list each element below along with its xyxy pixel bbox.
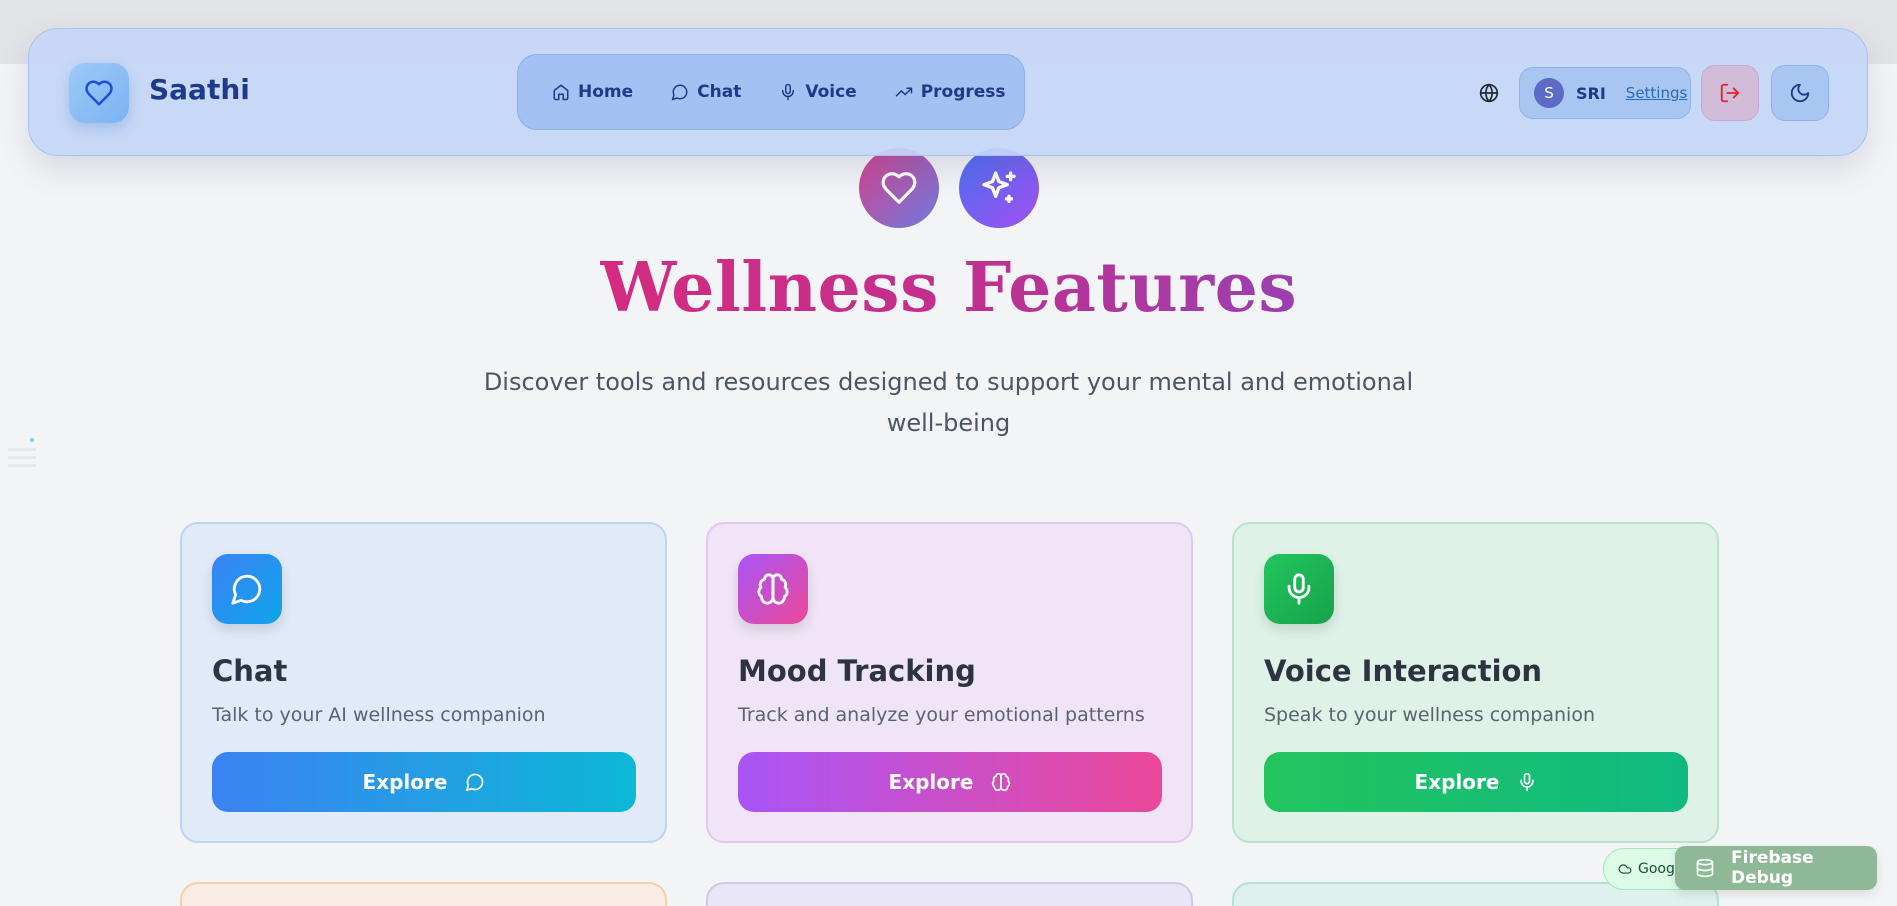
feature-card-mood-tracking: Mood Tracking Track and analyze your emo… bbox=[706, 522, 1193, 843]
settings-link[interactable]: Settings bbox=[1626, 84, 1688, 102]
card-title: Mood Tracking bbox=[738, 654, 976, 688]
language-globe-icon[interactable] bbox=[1463, 67, 1515, 119]
logo-heart-icon[interactable] bbox=[69, 63, 129, 123]
avatar[interactable]: S bbox=[1534, 78, 1564, 108]
explore-chat-button[interactable]: Explore bbox=[212, 752, 636, 812]
card-title: Voice Interaction bbox=[1264, 654, 1543, 688]
card-description: Track and analyze your emotional pattern… bbox=[738, 704, 1145, 726]
card-description: Speak to your wellness companion bbox=[1264, 704, 1595, 726]
top-navigation-bar: Saathi Home Chat Voice Progress S SRI Se… bbox=[28, 28, 1868, 156]
chat-icon bbox=[465, 772, 485, 792]
moon-icon bbox=[1789, 82, 1811, 104]
nav-progress-label: Progress bbox=[920, 82, 1006, 102]
button-label: Explore bbox=[362, 770, 448, 794]
feature-card-peek bbox=[180, 882, 667, 906]
feature-card-voice-interaction: Voice Interaction Speak to your wellness… bbox=[1232, 522, 1719, 843]
page-title: Wellness Features bbox=[0, 248, 1897, 328]
side-menu-widget[interactable] bbox=[6, 436, 40, 478]
card-description: Talk to your AI wellness companion bbox=[212, 704, 546, 726]
nav-progress[interactable]: Progress bbox=[895, 82, 1006, 102]
trending-up-icon bbox=[895, 83, 913, 101]
hero-sparkles-icon bbox=[959, 148, 1039, 228]
nav-home-label: Home bbox=[578, 82, 634, 102]
button-label: Explore bbox=[888, 770, 974, 794]
nav-chat-label: Chat bbox=[697, 82, 742, 102]
feature-card-chat: Chat Talk to your AI wellness companion … bbox=[180, 522, 667, 843]
page-subtitle: Discover tools and resources designed to… bbox=[483, 368, 1414, 437]
nav-voice[interactable]: Voice bbox=[779, 82, 857, 102]
firebase-badge-label: Firebase Debug bbox=[1731, 848, 1814, 888]
hero-heart-icon bbox=[859, 148, 939, 228]
user-profile-pill: S SRI Settings bbox=[1519, 67, 1691, 119]
chat-icon bbox=[671, 83, 689, 101]
user-name: SRI bbox=[1576, 83, 1606, 103]
theme-toggle-button[interactable] bbox=[1771, 65, 1829, 121]
page-title-text: Wellness Features bbox=[599, 248, 1298, 328]
chat-icon bbox=[212, 554, 282, 624]
cloud-icon bbox=[1618, 862, 1632, 876]
app-name[interactable]: Saathi bbox=[149, 73, 250, 106]
explore-mood-button[interactable]: Explore bbox=[738, 752, 1162, 812]
mic-icon bbox=[1264, 554, 1334, 624]
firebase-debug-button[interactable]: Firebase Debug bbox=[1675, 846, 1877, 890]
mic-icon bbox=[779, 83, 797, 101]
brain-icon bbox=[991, 772, 1011, 792]
log-out-icon bbox=[1719, 82, 1741, 104]
card-title: Chat bbox=[212, 654, 288, 688]
nav-chat[interactable]: Chat bbox=[671, 82, 741, 102]
button-label: Explore bbox=[1414, 770, 1500, 794]
mic-icon bbox=[1517, 772, 1537, 792]
brain-icon bbox=[738, 554, 808, 624]
main-nav: Home Chat Voice Progress bbox=[517, 54, 1025, 130]
feature-card-peek bbox=[706, 882, 1193, 906]
nav-home[interactable]: Home bbox=[552, 82, 633, 102]
explore-voice-button[interactable]: Explore bbox=[1264, 752, 1688, 812]
nav-voice-label: Voice bbox=[805, 82, 857, 102]
logout-button[interactable] bbox=[1701, 65, 1759, 121]
home-icon bbox=[552, 83, 570, 101]
database-icon bbox=[1695, 858, 1715, 878]
